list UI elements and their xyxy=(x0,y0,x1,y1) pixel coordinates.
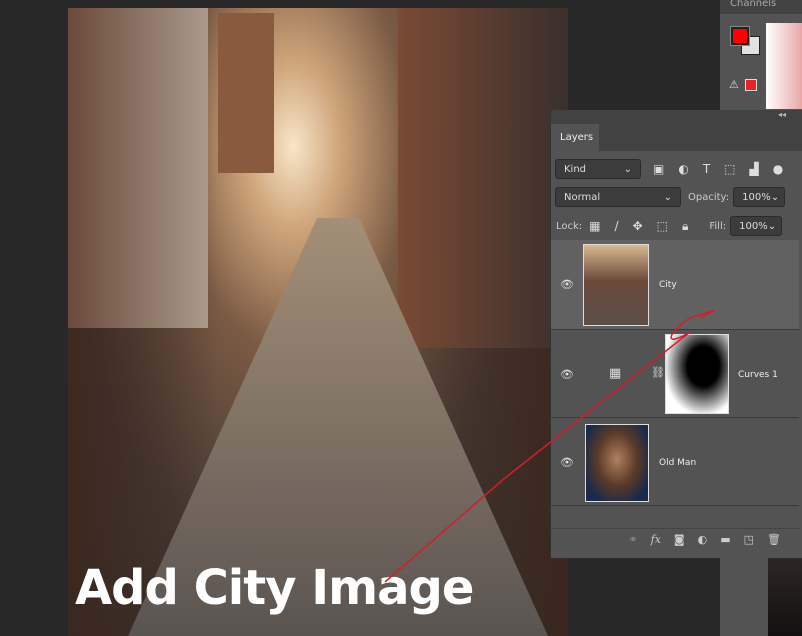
foreground-color-swatch[interactable] xyxy=(730,26,750,46)
annotation-arrow xyxy=(384,309,716,583)
